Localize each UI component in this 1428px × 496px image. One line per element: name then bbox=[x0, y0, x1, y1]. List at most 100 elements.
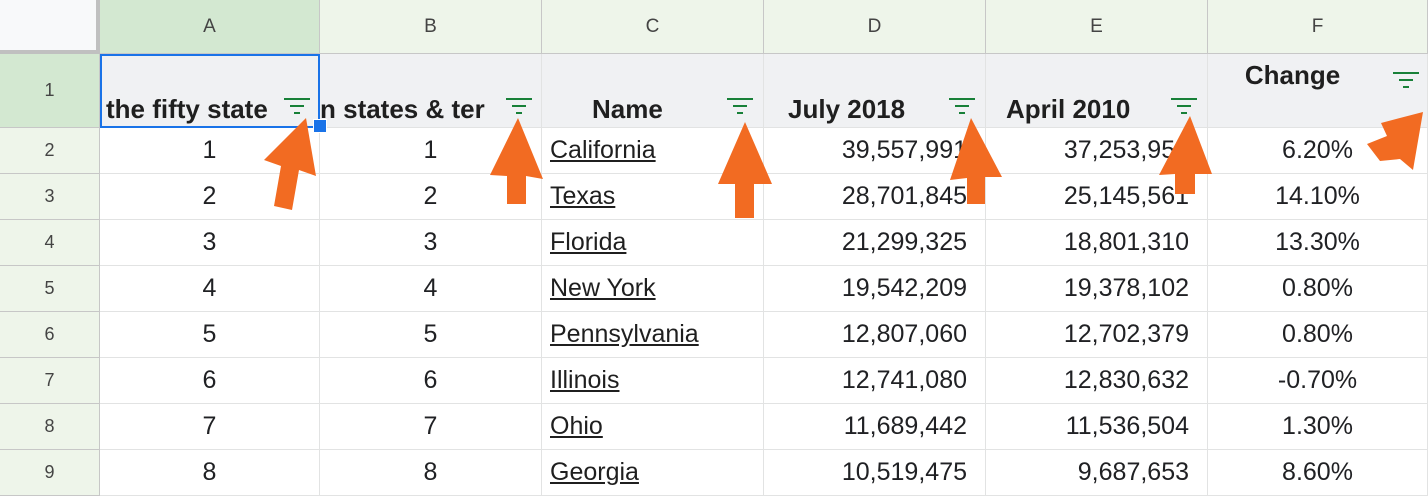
table-cell[interactable]: 9,687,653 bbox=[986, 450, 1208, 496]
row-header-3[interactable]: 3 bbox=[0, 174, 100, 220]
cell-value: 6.20% bbox=[1282, 136, 1353, 164]
row-header-8[interactable]: 8 bbox=[0, 404, 100, 450]
table-cell[interactable]: 3 bbox=[100, 220, 320, 266]
table-cell[interactable]: 3 bbox=[320, 220, 542, 266]
table-cell[interactable]: -0.70% bbox=[1208, 358, 1428, 404]
table-cell[interactable]: 11,689,442 bbox=[764, 404, 986, 450]
table-cell[interactable]: 10,519,475 bbox=[764, 450, 986, 496]
table-cell[interactable]: 8 bbox=[100, 450, 320, 496]
table-cell[interactable]: 11,536,504 bbox=[986, 404, 1208, 450]
state-link[interactable]: Georgia bbox=[550, 450, 639, 495]
column-header-a[interactable]: A bbox=[100, 0, 320, 54]
filter-icon[interactable] bbox=[949, 98, 975, 116]
state-name-cell[interactable]: Georgia bbox=[542, 450, 764, 496]
filter-icon[interactable] bbox=[284, 98, 310, 116]
table-cell[interactable]: 6 bbox=[320, 358, 542, 404]
cell-value: 8 bbox=[202, 458, 217, 486]
cell-value: -0.70% bbox=[1277, 366, 1358, 394]
cell-value: 4 bbox=[202, 274, 217, 302]
state-link[interactable]: New York bbox=[550, 266, 656, 311]
table-cell[interactable]: 12,807,060 bbox=[764, 312, 986, 358]
table-cell[interactable]: 7 bbox=[320, 404, 542, 450]
row-header-4[interactable]: 4 bbox=[0, 220, 100, 266]
column-header-e[interactable]: E bbox=[986, 0, 1208, 54]
filter-icon[interactable] bbox=[1171, 98, 1197, 116]
state-link[interactable]: Texas bbox=[550, 174, 615, 219]
table-cell[interactable]: 12,702,379 bbox=[986, 312, 1208, 358]
select-all-corner[interactable] bbox=[0, 0, 100, 54]
row-header-9[interactable]: 9 bbox=[0, 450, 100, 496]
table-cell[interactable]: 1 bbox=[100, 128, 320, 174]
table-cell[interactable]: 14.10% bbox=[1208, 174, 1428, 220]
cell-value: 18,801,310 bbox=[1063, 228, 1189, 256]
table-cell[interactable]: 4 bbox=[320, 266, 542, 312]
column-header-c[interactable]: C bbox=[542, 0, 764, 54]
table-cell[interactable]: 39,557,991 bbox=[764, 128, 986, 174]
cell-value: 8.60% bbox=[1282, 458, 1353, 486]
header-label: Change bbox=[1244, 60, 1341, 90]
table-cell[interactable]: 21,299,325 bbox=[764, 220, 986, 266]
header-cell-c1[interactable]: Name bbox=[542, 54, 764, 128]
state-name-cell[interactable]: Texas bbox=[542, 174, 764, 220]
state-link[interactable]: Ohio bbox=[550, 404, 603, 449]
cell-value: 8 bbox=[423, 458, 438, 486]
table-cell[interactable]: 1 bbox=[320, 128, 542, 174]
column-header-f[interactable]: F bbox=[1208, 0, 1428, 54]
table-cell[interactable]: 13.30% bbox=[1208, 220, 1428, 266]
cell-value: 6 bbox=[202, 366, 217, 394]
table-cell[interactable]: 7 bbox=[100, 404, 320, 450]
table-cell[interactable]: 25,145,561 bbox=[986, 174, 1208, 220]
header-label: the fifty state bbox=[106, 94, 268, 124]
row-header-5[interactable]: 5 bbox=[0, 266, 100, 312]
row-header-7[interactable]: 7 bbox=[0, 358, 100, 404]
state-name-cell[interactable]: California bbox=[542, 128, 764, 174]
cell-value: 14.10% bbox=[1275, 182, 1360, 210]
state-name-cell[interactable]: Ohio bbox=[542, 404, 764, 450]
row-header-2[interactable]: 2 bbox=[0, 128, 100, 174]
state-link[interactable]: Illinois bbox=[550, 358, 619, 403]
table-cell[interactable]: 12,741,080 bbox=[764, 358, 986, 404]
header-cell-f1[interactable]: Change bbox=[1208, 54, 1428, 128]
column-header-d[interactable]: D bbox=[764, 0, 986, 54]
state-name-cell[interactable]: Illinois bbox=[542, 358, 764, 404]
state-name-cell[interactable]: New York bbox=[542, 266, 764, 312]
table-cell[interactable]: 0.80% bbox=[1208, 266, 1428, 312]
header-cell-d1[interactable]: July 2018 bbox=[764, 54, 986, 128]
table-cell[interactable]: 6.20% bbox=[1208, 128, 1428, 174]
column-header-b[interactable]: B bbox=[320, 0, 542, 54]
table-cell[interactable]: 18,801,310 bbox=[986, 220, 1208, 266]
table-cell[interactable]: 12,830,632 bbox=[986, 358, 1208, 404]
table-cell[interactable]: 4 bbox=[100, 266, 320, 312]
table-cell[interactable]: 8 bbox=[320, 450, 542, 496]
fill-handle[interactable] bbox=[313, 119, 327, 133]
table-cell[interactable]: 28,701,845 bbox=[764, 174, 986, 220]
table-cell[interactable]: 19,378,102 bbox=[986, 266, 1208, 312]
table-cell[interactable]: 5 bbox=[100, 312, 320, 358]
table-cell[interactable]: 2 bbox=[320, 174, 542, 220]
row-header-1[interactable]: 1 bbox=[0, 54, 100, 128]
state-link[interactable]: Pennsylvania bbox=[550, 312, 699, 357]
state-name-cell[interactable]: Pennsylvania bbox=[542, 312, 764, 358]
filter-icon[interactable] bbox=[506, 98, 532, 116]
cell-value: 7 bbox=[423, 412, 438, 440]
cell-value: 21,299,325 bbox=[841, 228, 967, 256]
table-cell[interactable]: 1.30% bbox=[1208, 404, 1428, 450]
table-cell[interactable]: 2 bbox=[100, 174, 320, 220]
filter-icon[interactable] bbox=[727, 98, 753, 116]
table-cell[interactable]: 37,253,956 bbox=[986, 128, 1208, 174]
cell-value: 39,557,991 bbox=[841, 136, 967, 164]
header-cell-e1[interactable]: April 2010 bbox=[986, 54, 1208, 128]
filter-icon[interactable] bbox=[1393, 72, 1419, 90]
row-header-6[interactable]: 6 bbox=[0, 312, 100, 358]
table-cell[interactable]: 19,542,209 bbox=[764, 266, 986, 312]
header-cell-a1[interactable]: the fifty state bbox=[100, 54, 320, 128]
header-cell-b1[interactable]: n states & ter bbox=[320, 54, 542, 128]
table-cell[interactable]: 8.60% bbox=[1208, 450, 1428, 496]
state-link[interactable]: Florida bbox=[550, 220, 626, 265]
table-cell[interactable]: 5 bbox=[320, 312, 542, 358]
table-cell[interactable]: 0.80% bbox=[1208, 312, 1428, 358]
state-link[interactable]: California bbox=[550, 128, 656, 173]
table-cell[interactable]: 6 bbox=[100, 358, 320, 404]
cell-value: 2 bbox=[423, 182, 438, 210]
state-name-cell[interactable]: Florida bbox=[542, 220, 764, 266]
